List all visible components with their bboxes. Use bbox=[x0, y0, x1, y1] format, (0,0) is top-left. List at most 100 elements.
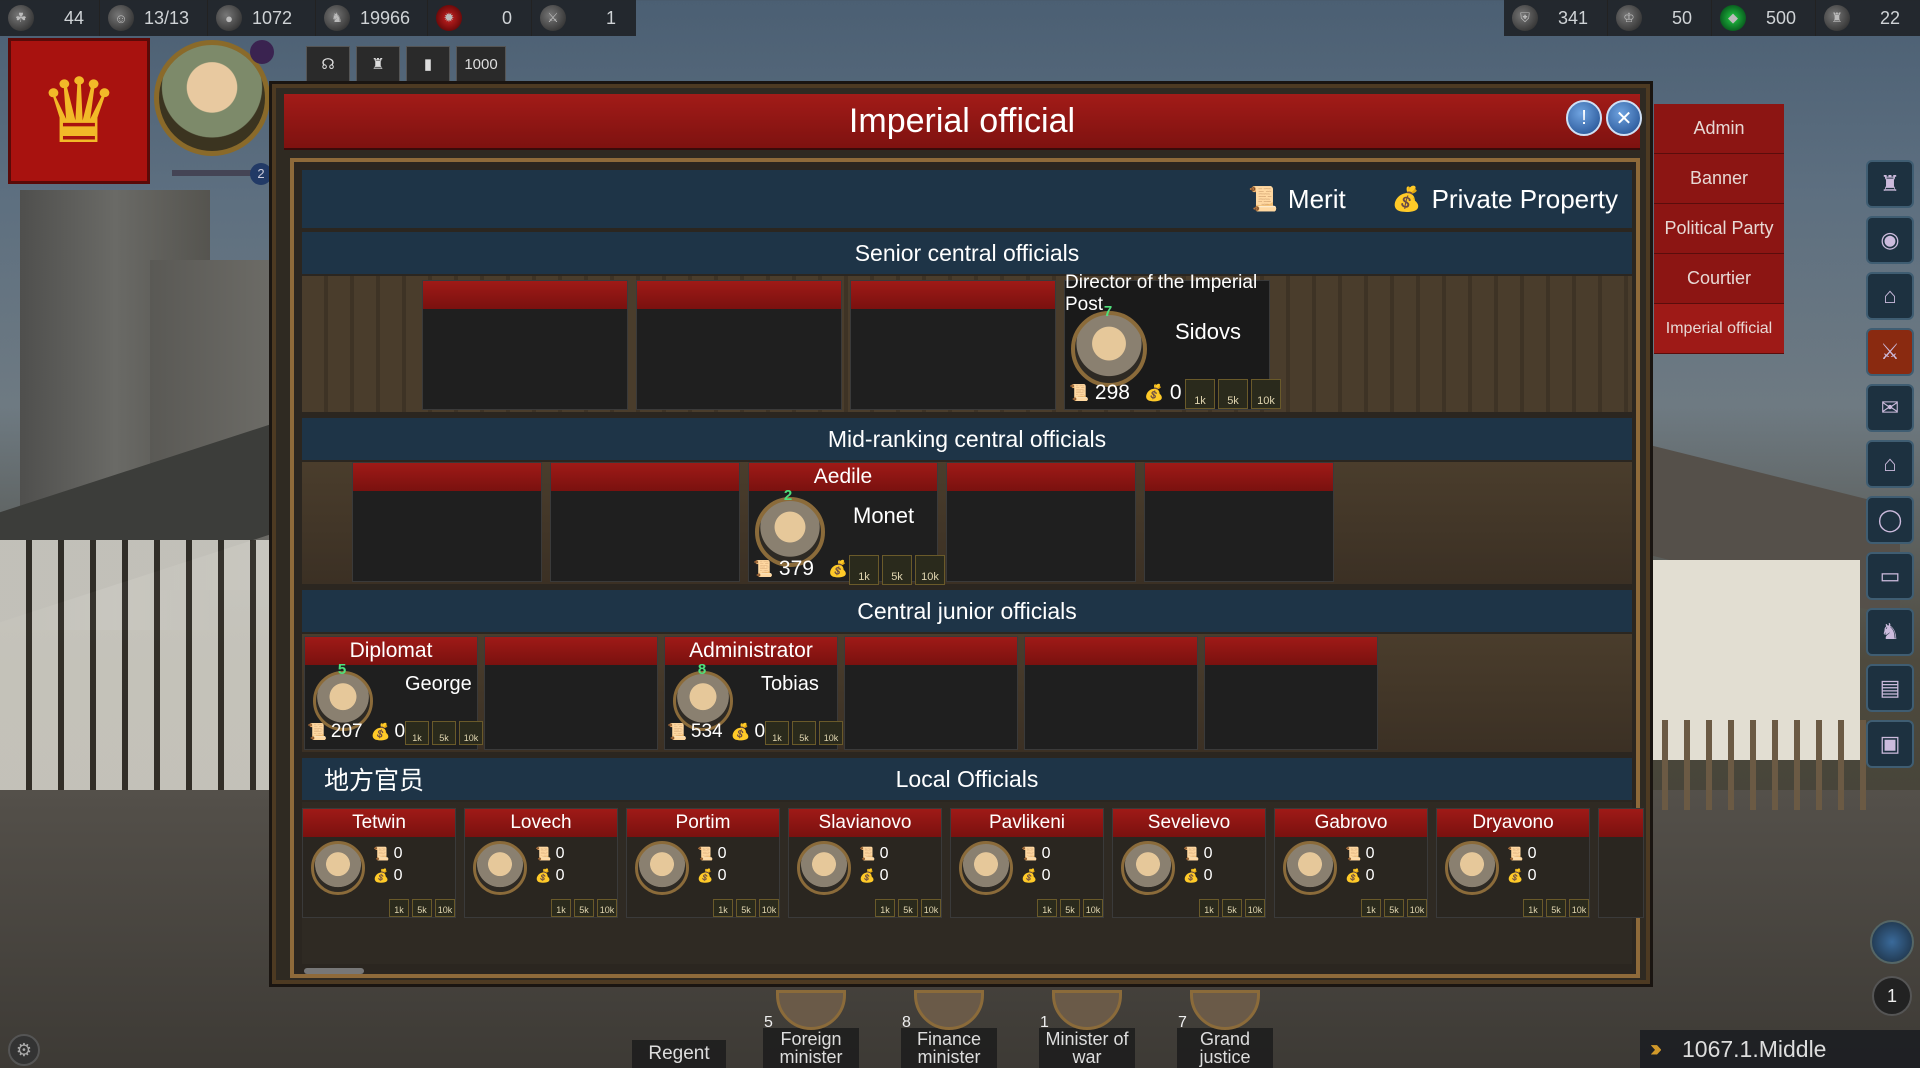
resource-shield[interactable]: ⛨ 341 bbox=[1504, 0, 1608, 36]
world-map-icon[interactable] bbox=[1870, 920, 1914, 964]
mid-slot-empty[interactable] bbox=[550, 462, 740, 582]
reward-5k-button[interactable]: 5k bbox=[1384, 899, 1404, 917]
reward-1k-button[interactable]: 1k bbox=[389, 899, 409, 917]
local-official-card[interactable]: Pavlikeni 📜 0 💰 0 1k 5k 10k bbox=[950, 808, 1104, 918]
mid-slot-empty[interactable] bbox=[946, 462, 1136, 582]
official-portrait[interactable] bbox=[1283, 841, 1337, 895]
resource-soldiers[interactable]: ♜ 22 bbox=[1816, 0, 1920, 36]
tab-courtier[interactable]: Courtier bbox=[1654, 254, 1784, 304]
reward-10k-button[interactable]: 10k bbox=[921, 899, 941, 917]
close-button[interactable]: ✕ bbox=[1606, 100, 1642, 136]
local-official-card[interactable]: Slavianovo 📜 0 💰 0 1k 5k 10k bbox=[788, 808, 942, 918]
reward-1k-button[interactable]: 1k bbox=[405, 721, 429, 745]
rider-icon[interactable]: ♞ bbox=[1866, 608, 1914, 656]
regent-button[interactable]: Regent bbox=[632, 1040, 726, 1068]
house-icon[interactable]: ⌂ bbox=[1866, 440, 1914, 488]
minister-foreign[interactable]: 5 Foreign minister bbox=[742, 990, 880, 1068]
junior-slot-empty[interactable] bbox=[844, 636, 1018, 750]
resource-horse[interactable]: ♞ 19966 bbox=[316, 0, 428, 36]
official-portrait[interactable] bbox=[473, 841, 527, 895]
junior-slot-empty[interactable] bbox=[1204, 636, 1378, 750]
tab-political-party[interactable]: Political Party bbox=[1654, 204, 1784, 254]
junior-slot-empty[interactable] bbox=[1024, 636, 1198, 750]
official-portrait[interactable] bbox=[311, 841, 365, 895]
drum-icon[interactable]: ◉ bbox=[1866, 216, 1914, 264]
book-icon[interactable]: ▭ bbox=[1866, 552, 1914, 600]
local-official-card[interactable]: Tetwin 📜 0 💰 0 1k 5k 10k bbox=[302, 808, 456, 918]
reward-10k-button[interactable]: 10k bbox=[1083, 899, 1103, 917]
reward-10k-button[interactable]: 10k bbox=[459, 721, 483, 745]
reward-10k-button[interactable]: 10k bbox=[597, 899, 617, 917]
reward-5k-button[interactable]: 5k bbox=[432, 721, 456, 745]
official-portrait[interactable] bbox=[1071, 311, 1147, 387]
resource-fire[interactable]: ✹ 0 bbox=[428, 0, 532, 36]
merit-header[interactable]: 📜 Merit bbox=[1248, 184, 1346, 215]
junior-official-card[interactable]: Diplomat 5 George 📜 207 💰 0 1k 5k 10k bbox=[304, 636, 483, 750]
scroll-icon[interactable]: ✉ bbox=[1866, 384, 1914, 432]
official-portrait[interactable] bbox=[797, 841, 851, 895]
minister-justice[interactable]: 7 Grand justice bbox=[1156, 990, 1294, 1068]
reward-1k-button[interactable]: 1k bbox=[551, 899, 571, 917]
horizontal-scrollbar[interactable] bbox=[304, 968, 364, 974]
reward-5k-button[interactable]: 5k bbox=[412, 899, 432, 917]
globe-icon[interactable]: ◯ bbox=[1866, 496, 1914, 544]
reward-1k-button[interactable]: 1k bbox=[849, 555, 879, 585]
mid-slot-empty[interactable] bbox=[1144, 462, 1334, 582]
tab-admin[interactable]: Admin bbox=[1654, 104, 1784, 154]
settings-gear-icon[interactable]: ⚙ bbox=[8, 1034, 40, 1066]
official-portrait[interactable] bbox=[1121, 841, 1175, 895]
local-official-card[interactable]: Lovech 📜 0 💰 0 1k 5k 10k bbox=[464, 808, 618, 918]
reward-10k-button[interactable]: 10k bbox=[819, 721, 843, 745]
reward-1k-button[interactable]: 1k bbox=[1523, 899, 1543, 917]
helmet-icon[interactable]: ♜ bbox=[1866, 160, 1914, 208]
reward-5k-button[interactable]: 5k bbox=[792, 721, 816, 745]
reward-10k-button[interactable]: 10k bbox=[1245, 899, 1265, 917]
official-portrait[interactable] bbox=[635, 841, 689, 895]
tab-imperial-official[interactable]: Imperial official bbox=[1654, 304, 1784, 354]
reward-5k-button[interactable]: 5k bbox=[736, 899, 756, 917]
reward-5k-button[interactable]: 5k bbox=[898, 899, 918, 917]
reward-5k-button[interactable]: 5k bbox=[1222, 899, 1242, 917]
reward-5k-button[interactable]: 5k bbox=[574, 899, 594, 917]
reward-1k-button[interactable]: 1k bbox=[1037, 899, 1057, 917]
double-eagle-emblem-icon[interactable]: ♛ bbox=[8, 38, 150, 184]
resource-population[interactable]: ☺ 13/13 bbox=[100, 0, 208, 36]
senior-slot-empty[interactable] bbox=[850, 280, 1056, 410]
minister-finance[interactable]: 8 Finance minister bbox=[880, 990, 1018, 1068]
armor-icon[interactable]: ♜ bbox=[356, 46, 400, 82]
mid-slot-empty[interactable] bbox=[352, 462, 542, 582]
reward-1k-button[interactable]: 1k bbox=[1199, 899, 1219, 917]
fast-forward-icon[interactable]: ››› bbox=[1650, 1035, 1662, 1063]
page-number-button[interactable]: 1 bbox=[1872, 976, 1912, 1016]
reward-1k-button[interactable]: 1k bbox=[1361, 899, 1381, 917]
item-count[interactable]: 1000 bbox=[456, 46, 506, 82]
official-portrait[interactable] bbox=[959, 841, 1013, 895]
plus-icon[interactable] bbox=[250, 40, 274, 64]
tab-banner[interactable]: Banner bbox=[1654, 154, 1784, 204]
blank-slot[interactable]: ▮ bbox=[406, 46, 450, 82]
resource-crown[interactable]: ♔ 50 bbox=[1608, 0, 1712, 36]
junior-official-card[interactable]: Administrator 8 Tobias 📜 534 💰 0 1k 5k 10k bbox=[664, 636, 843, 750]
reward-5k-button[interactable]: 5k bbox=[1218, 379, 1248, 409]
ear-icon[interactable]: ☊ bbox=[306, 46, 350, 82]
reward-1k-button[interactable]: 1k bbox=[713, 899, 733, 917]
senior-official-card[interactable]: Director of the Imperial Post 7 Sidovs 📜… bbox=[1064, 272, 1281, 410]
official-portrait[interactable] bbox=[1445, 841, 1499, 895]
reward-10k-button[interactable]: 10k bbox=[1407, 899, 1427, 917]
reward-10k-button[interactable]: 10k bbox=[759, 899, 779, 917]
resource-grain[interactable]: ☘ 44 bbox=[0, 0, 100, 36]
private-property-header[interactable]: 💰 Private Property bbox=[1392, 184, 1618, 215]
reward-5k-button[interactable]: 5k bbox=[1546, 899, 1566, 917]
resource-sword[interactable]: ⚔ 1 bbox=[532, 0, 636, 36]
local-official-card[interactable]: Sevelievo 📜 0 💰 0 1k 5k 10k bbox=[1112, 808, 1266, 918]
cap-icon[interactable]: ⌂ bbox=[1866, 272, 1914, 320]
info-button[interactable]: ! bbox=[1566, 100, 1602, 136]
crossed-swords-icon[interactable]: ⚔ bbox=[1866, 328, 1914, 376]
reward-10k-button[interactable]: 10k bbox=[435, 899, 455, 917]
local-official-card-partial[interactable] bbox=[1598, 808, 1644, 918]
mid-official-card[interactable]: Aedile 2 Monet 📜379 💰0 1k 5k 10k bbox=[748, 462, 945, 585]
local-official-card[interactable]: Gabrovo 📜 0 💰 0 1k 5k 10k bbox=[1274, 808, 1428, 918]
resource-gold[interactable]: ● 1072 bbox=[208, 0, 316, 36]
reward-1k-button[interactable]: 1k bbox=[1185, 379, 1215, 409]
reward-1k-button[interactable]: 1k bbox=[875, 899, 895, 917]
